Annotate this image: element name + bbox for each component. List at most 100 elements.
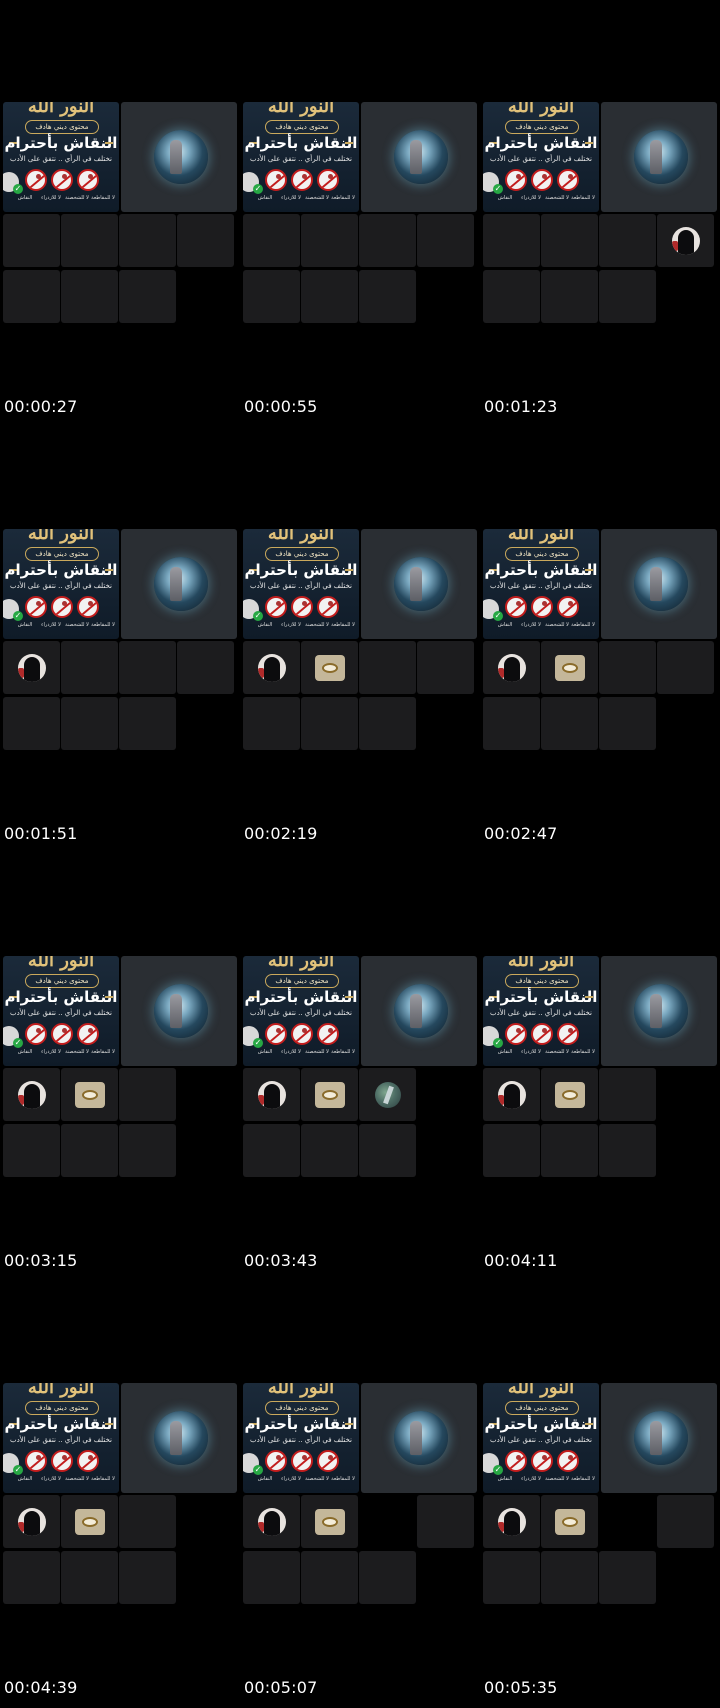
room-banner[interactable]: النور الله محتوى ديني هادف النقاش بأحترا…: [3, 956, 119, 1066]
participant-tile[interactable]: [599, 641, 656, 694]
participant-tile[interactable]: [119, 641, 176, 694]
participant-tile[interactable]: [541, 1495, 598, 1548]
participant-tile[interactable]: [359, 214, 416, 267]
participant-tile[interactable]: [243, 1551, 300, 1604]
participant-tile[interactable]: [483, 641, 540, 694]
participant-tile[interactable]: [3, 641, 60, 694]
room-banner[interactable]: النور الله محتوى ديني هادف النقاش بأحترا…: [3, 102, 119, 212]
participant-tile[interactable]: [483, 1124, 540, 1177]
host-tile[interactable]: [121, 529, 237, 639]
participant-tile[interactable]: [119, 1068, 176, 1121]
host-tile[interactable]: [361, 102, 477, 212]
participant-tile[interactable]: [243, 1495, 300, 1548]
participant-tile[interactable]: [483, 270, 540, 323]
participant-tile[interactable]: [359, 270, 416, 323]
participant-tile[interactable]: [417, 1495, 474, 1548]
participant-tile[interactable]: [301, 1124, 358, 1177]
participant-tile[interactable]: [119, 1551, 176, 1604]
participant-tile[interactable]: [541, 641, 598, 694]
participant-tile[interactable]: [177, 641, 234, 694]
host-tile[interactable]: [121, 956, 237, 1066]
room-banner[interactable]: النور الله محتوى ديني هادف النقاش بأحترا…: [3, 1383, 119, 1493]
participant-tile[interactable]: [301, 697, 358, 750]
participant-tile[interactable]: [541, 270, 598, 323]
participant-tile[interactable]: [3, 270, 60, 323]
participant-tile[interactable]: [119, 697, 176, 750]
host-tile[interactable]: [601, 956, 717, 1066]
participant-tile[interactable]: [541, 1551, 598, 1604]
participant-tile[interactable]: [541, 214, 598, 267]
participant-tile[interactable]: [599, 270, 656, 323]
participant-tile[interactable]: [61, 1068, 118, 1121]
participant-tile[interactable]: [657, 1495, 714, 1548]
participant-tile[interactable]: [301, 641, 358, 694]
participant-tile[interactable]: [119, 214, 176, 267]
participant-tile[interactable]: [301, 270, 358, 323]
room-banner[interactable]: النور الله محتوى ديني هادف النقاش بأحترا…: [243, 529, 359, 639]
participant-tile[interactable]: [119, 1124, 176, 1177]
participant-tile[interactable]: [119, 1495, 176, 1548]
participant-tile[interactable]: [359, 1068, 416, 1121]
participant-tile[interactable]: [359, 1551, 416, 1604]
participant-tile[interactable]: [657, 214, 714, 267]
participant-tile[interactable]: [599, 697, 656, 750]
host-tile[interactable]: [361, 1383, 477, 1493]
participant-tile[interactable]: [61, 270, 118, 323]
participant-tile[interactable]: [657, 641, 714, 694]
participant-tile[interactable]: [243, 697, 300, 750]
participant-tile[interactable]: [3, 214, 60, 267]
room-banner[interactable]: النور الله محتوى ديني هادف النقاش بأحترا…: [483, 529, 599, 639]
participant-tile[interactable]: [599, 214, 656, 267]
participant-tile[interactable]: [301, 1495, 358, 1548]
participant-tile[interactable]: [3, 1124, 60, 1177]
participant-tile[interactable]: [359, 1124, 416, 1177]
host-tile[interactable]: [601, 1383, 717, 1493]
participant-tile[interactable]: [301, 214, 358, 267]
participant-tile[interactable]: [243, 1124, 300, 1177]
participant-tile[interactable]: [359, 641, 416, 694]
host-tile[interactable]: [601, 102, 717, 212]
participant-tile[interactable]: [417, 214, 474, 267]
participant-tile[interactable]: [61, 1124, 118, 1177]
participant-tile[interactable]: [483, 1551, 540, 1604]
participant-tile[interactable]: [243, 214, 300, 267]
participant-tile[interactable]: [301, 1551, 358, 1604]
room-banner[interactable]: النور الله محتوى ديني هادف النقاش بأحترا…: [483, 956, 599, 1066]
host-tile[interactable]: [361, 529, 477, 639]
participant-tile[interactable]: [3, 1551, 60, 1604]
participant-tile[interactable]: [61, 697, 118, 750]
participant-tile[interactable]: [359, 697, 416, 750]
participant-tile[interactable]: [61, 1495, 118, 1548]
host-tile[interactable]: [361, 956, 477, 1066]
participant-tile[interactable]: [301, 1068, 358, 1121]
participant-tile[interactable]: [483, 1495, 540, 1548]
room-banner[interactable]: النور الله محتوى ديني هادف النقاش بأحترا…: [243, 956, 359, 1066]
participant-tile[interactable]: [243, 270, 300, 323]
participant-tile[interactable]: [243, 641, 300, 694]
participant-tile[interactable]: [599, 1124, 656, 1177]
participant-tile[interactable]: [61, 214, 118, 267]
room-banner[interactable]: النور الله محتوى ديني هادف النقاش بأحترا…: [243, 1383, 359, 1493]
room-banner[interactable]: النور الله محتوى ديني هادف النقاش بأحترا…: [243, 102, 359, 212]
host-tile[interactable]: [121, 102, 237, 212]
participant-tile[interactable]: [417, 641, 474, 694]
participant-tile[interactable]: [483, 1068, 540, 1121]
participant-tile[interactable]: [3, 697, 60, 750]
room-banner[interactable]: النور الله محتوى ديني هادف النقاش بأحترا…: [483, 1383, 599, 1493]
participant-tile[interactable]: [61, 641, 118, 694]
participant-tile[interactable]: [483, 697, 540, 750]
room-banner[interactable]: النور الله محتوى ديني هادف النقاش بأحترا…: [3, 529, 119, 639]
participant-tile[interactable]: [541, 1068, 598, 1121]
participant-tile[interactable]: [3, 1495, 60, 1548]
participant-tile[interactable]: [61, 1551, 118, 1604]
participant-tile[interactable]: [3, 1068, 60, 1121]
host-tile[interactable]: [601, 529, 717, 639]
host-tile[interactable]: [121, 1383, 237, 1493]
participant-tile[interactable]: [541, 697, 598, 750]
participant-tile[interactable]: [541, 1124, 598, 1177]
room-banner[interactable]: النور الله محتوى ديني هادف النقاش بأحترا…: [483, 102, 599, 212]
participant-tile[interactable]: [243, 1068, 300, 1121]
participant-tile[interactable]: [599, 1068, 656, 1121]
participant-tile[interactable]: [177, 214, 234, 267]
participant-tile[interactable]: [119, 270, 176, 323]
